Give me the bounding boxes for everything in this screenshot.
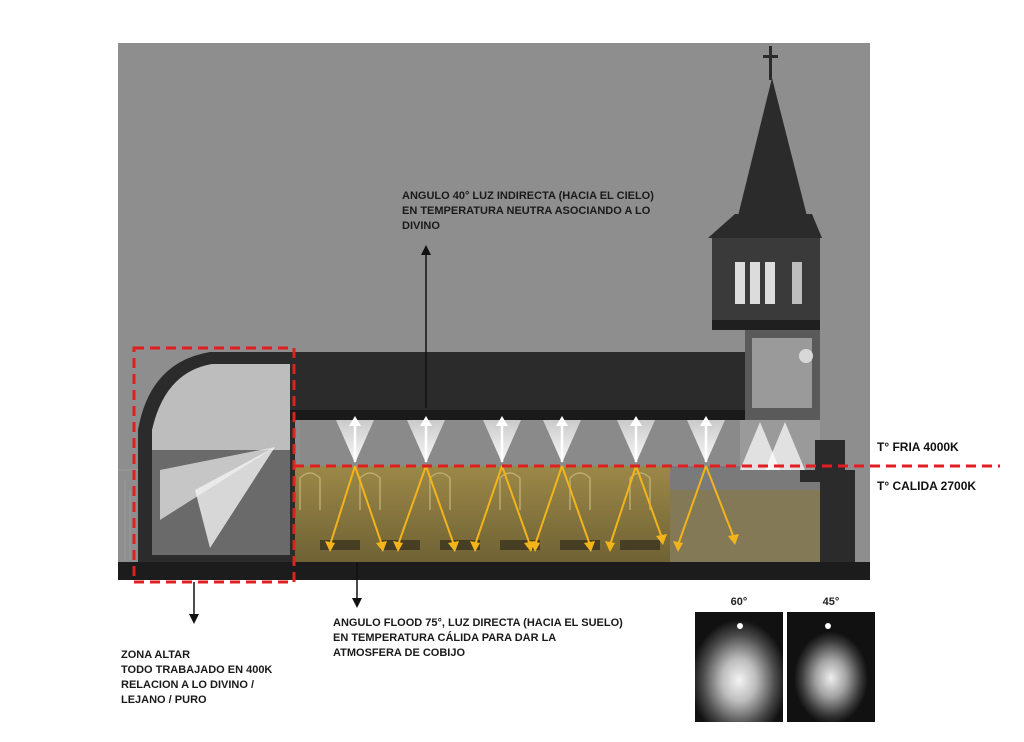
downlight-annotation: ANGULO FLOOD 75°, LUZ DIRECTA (HACIA EL …	[333, 616, 623, 661]
altar-annotation-line: RELACION A LO DIVINO /	[121, 679, 255, 691]
altar-annotation-line: ZONA ALTAR	[121, 649, 191, 661]
uplight-annotation-line: ANGULO 40° LUZ INDIRECTA (HACIA EL CIELO…	[402, 190, 654, 202]
beam-sample-45	[787, 612, 875, 722]
downlight-annotation-line: EN TEMPERATURA CÁLIDA PARA DAR LA	[333, 632, 557, 644]
altar-apse	[138, 352, 295, 562]
uplight-annotation-line: DIVINO	[402, 220, 440, 232]
uplight-annotation-line: EN TEMPERATURA NEUTRA ASOCIANDO A LO	[402, 205, 651, 217]
altar-annotation-line: LEJANO / PURO	[121, 694, 207, 706]
ground	[118, 562, 870, 580]
altar-annotation-line: TODO TRABAJADO EN 400K	[121, 664, 273, 676]
downlight-annotation-line: ANGULO FLOOD 75°, LUZ DIRECTA (HACIA EL …	[333, 617, 623, 629]
altar-annotation: ZONA ALTAR TODO TRABAJADO EN 400K RELACI…	[121, 648, 272, 708]
cold-temperature-label: T° FRIA 4000K	[877, 440, 959, 454]
beam-sample-45-label: 45°	[822, 596, 840, 608]
downlight-annotation-line: ATMOSFERA DE COBIJO	[333, 647, 466, 659]
uplight-annotation: ANGULO 40° LUZ INDIRECTA (HACIA EL CIELO…	[402, 189, 654, 234]
warm-temperature-label: T° CALIDA 2700K	[877, 479, 977, 493]
beam-sample-60	[695, 612, 783, 722]
beam-sample-60-label: 60°	[730, 596, 748, 608]
